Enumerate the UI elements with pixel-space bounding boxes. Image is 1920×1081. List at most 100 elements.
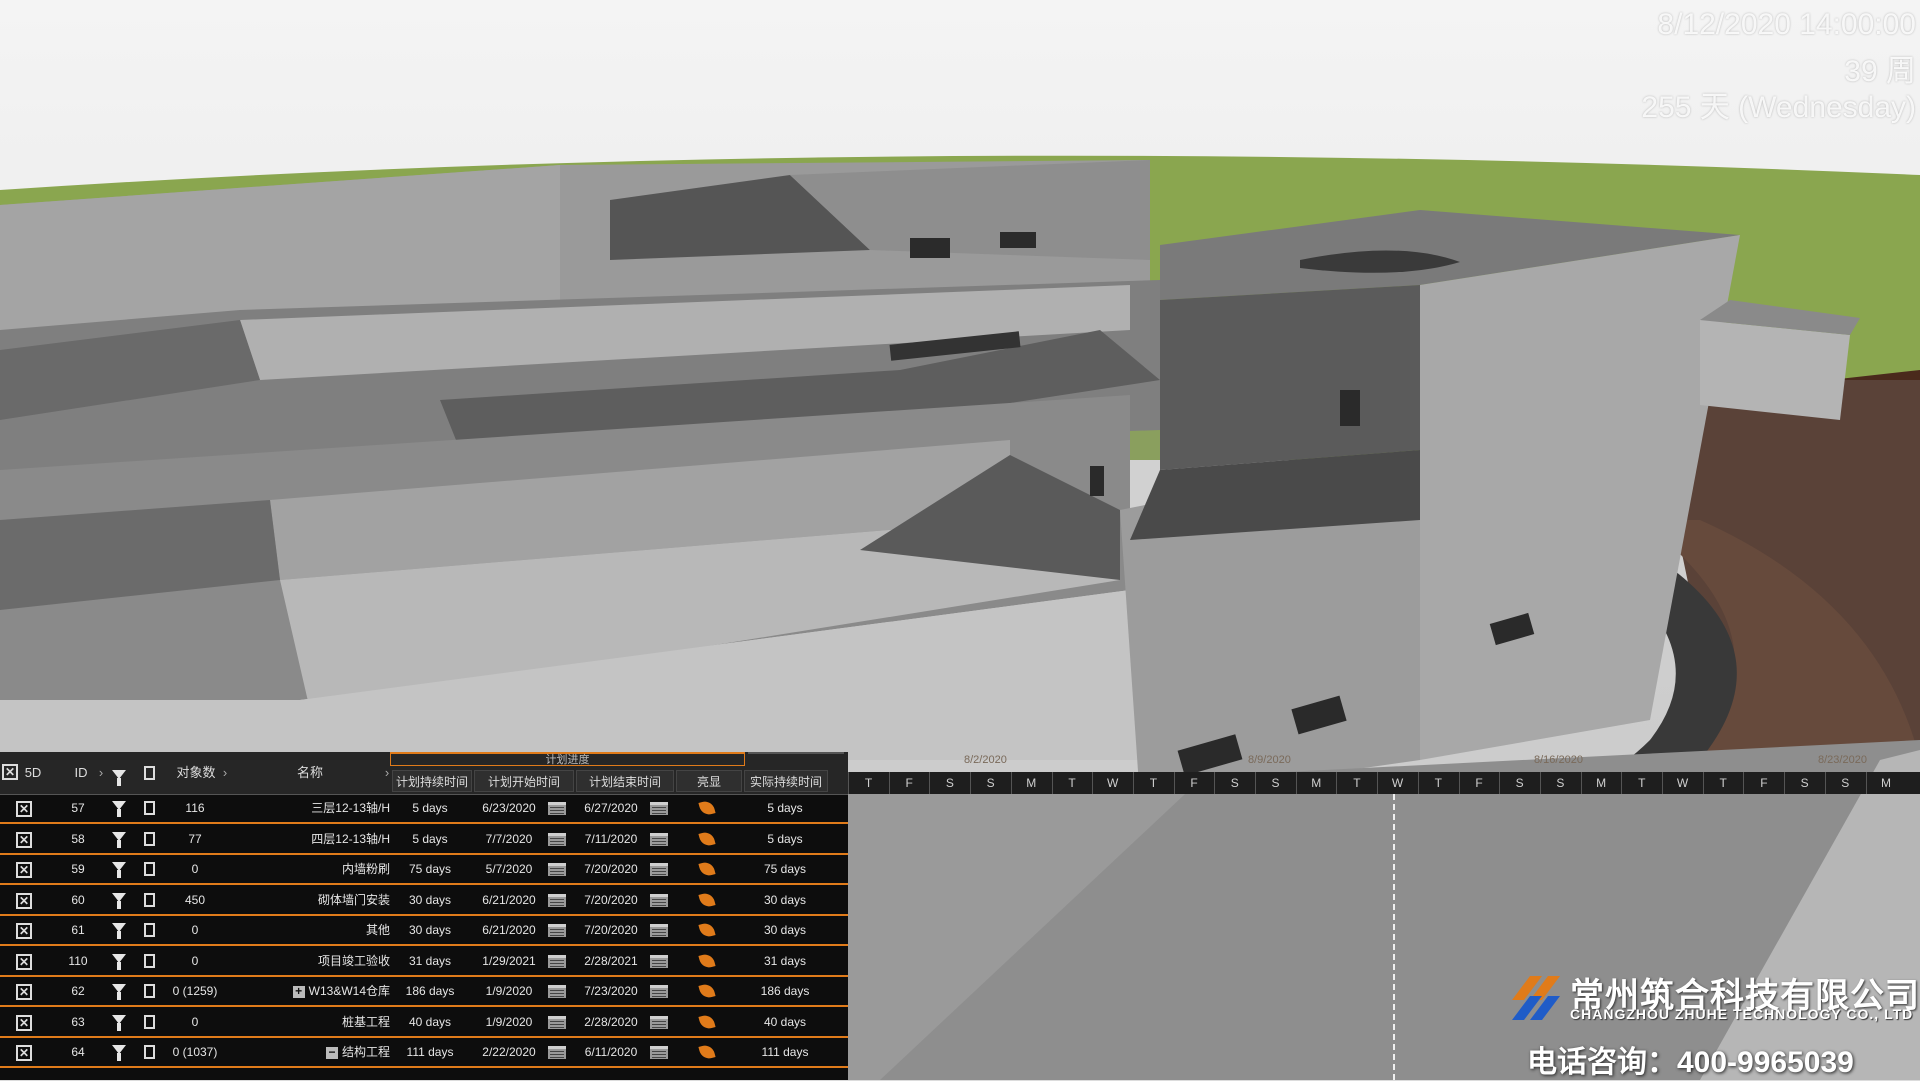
row-checkbox[interactable]: ✕ [16,1014,32,1031]
col-object-count[interactable]: 对象数 [172,762,220,784]
row-filter-icon[interactable] [112,953,126,970]
col-name[interactable]: 名称 [290,762,330,784]
row-plan-duration[interactable]: 40 days [392,1008,468,1036]
calendar-icon[interactable] [650,893,668,907]
calendar-icon[interactable] [650,954,668,968]
row-filter-icon[interactable] [112,831,126,848]
row-plan-start[interactable]: 1/9/2020 [474,1008,544,1036]
row-attach-icon[interactable] [144,831,155,846]
table-row[interactable]: ✕ 58 77 四层12-13轴/H 5 days 7/7/2020 7/11/2020 5 … [0,825,848,855]
row-actual-duration[interactable]: 30 days [744,886,826,914]
row-actual-duration[interactable]: 30 days [744,916,826,944]
calendar-icon[interactable] [548,1046,566,1059]
row-actual-duration[interactable]: 40 days [744,1008,826,1036]
calendar-icon[interactable] [548,832,566,846]
calendar-icon[interactable] [548,863,566,876]
calendar-icon[interactable] [650,802,668,815]
row-checkbox[interactable]: ✕ [16,953,32,970]
highlight-brush-icon[interactable] [698,890,716,909]
row-plan-duration[interactable]: 31 days [392,947,468,975]
col-id[interactable]: ID [68,762,94,784]
row-plan-end[interactable]: 2/28/2021 [576,947,646,975]
row-filter-icon[interactable] [112,1045,126,1061]
expand-icon[interactable]: + [292,985,305,998]
row-plan-duration[interactable]: 111 days [392,1038,468,1066]
highlight-brush-icon[interactable] [698,921,716,939]
row-filter-icon[interactable] [112,801,126,817]
row-plan-end[interactable]: 7/23/2020 [576,977,646,1005]
calendar-icon[interactable] [548,924,566,937]
col-plan-duration[interactable]: 计划持续时间 [392,770,472,792]
row-actual-duration[interactable]: 75 days [744,855,826,883]
row-plan-end[interactable]: 7/20/2020 [576,855,646,883]
table-row[interactable]: ✕ 62 0 (1259) + W13&W14仓库 186 days 1/9/2020 7/2… [0,977,848,1007]
row-filter-icon[interactable] [112,1014,126,1031]
highlight-brush-icon[interactable] [698,951,716,970]
col-highlight[interactable]: 亮显 [676,770,742,792]
row-plan-start[interactable]: 1/29/2021 [474,947,544,975]
row-plan-start[interactable]: 5/7/2020 [474,855,544,883]
row-plan-start[interactable]: 6/23/2020 [474,794,544,822]
row-checkbox[interactable]: ✕ [16,923,32,939]
calendar-icon[interactable] [650,985,668,998]
highlight-brush-icon[interactable] [698,860,716,878]
highlight-brush-icon[interactable] [698,799,716,817]
calendar-icon[interactable] [650,832,668,846]
row-attach-icon[interactable] [144,801,155,815]
row-filter-icon[interactable] [112,984,126,1000]
calendar-icon[interactable] [650,863,668,876]
row-filter-icon[interactable] [112,923,126,939]
highlight-brush-icon[interactable] [698,829,716,848]
row-actual-duration[interactable]: 31 days [744,947,826,975]
highlight-brush-icon[interactable] [698,982,716,1000]
collapse-icon[interactable]: − [325,1046,338,1059]
row-checkbox[interactable]: ✕ [16,831,32,848]
row-plan-start[interactable]: 1/9/2020 [474,977,544,1005]
row-filter-icon[interactable] [112,892,126,909]
row-plan-end[interactable]: 7/20/2020 [576,916,646,944]
row-plan-start[interactable]: 6/21/2020 [474,916,544,944]
close-panel-icon[interactable]: ✕ [2,764,18,780]
col-actual-duration[interactable]: 实际持续时间 [744,770,828,792]
row-checkbox[interactable]: ✕ [16,1045,32,1061]
row-actual-duration[interactable]: 111 days [744,1038,826,1066]
row-plan-end[interactable]: 6/11/2020 [576,1038,646,1066]
row-plan-end[interactable]: 2/28/2020 [576,1008,646,1036]
highlight-brush-icon[interactable] [698,1043,716,1061]
calendar-icon[interactable] [548,802,566,815]
row-attach-icon[interactable] [144,984,155,998]
row-attach-icon[interactable] [144,892,155,907]
col-count-chevron-icon[interactable]: › [220,762,230,784]
row-attach-icon[interactable] [144,953,155,968]
row-plan-duration[interactable]: 186 days [392,977,468,1005]
table-row[interactable]: ✕ 57 116 三层12-13轴/H 5 days 6/23/2020 6/27/2020… [0,794,848,824]
col-plan-end[interactable]: 计划结束时间 [576,770,674,792]
row-plan-end[interactable]: 6/27/2020 [576,794,646,822]
calendar-icon[interactable] [650,1015,668,1029]
row-plan-duration[interactable]: 30 days [392,916,468,944]
row-checkbox[interactable]: ✕ [16,984,32,1000]
row-plan-start[interactable]: 7/7/2020 [474,825,544,853]
row-attach-icon[interactable] [144,923,155,937]
highlight-brush-icon[interactable] [698,1012,716,1031]
row-actual-duration[interactable]: 5 days [744,794,826,822]
calendar-icon[interactable] [548,985,566,998]
table-row[interactable]: ✕ 63 0 桩基工程 40 days 1/9/2020 2/28/2020 40 days [0,1008,848,1038]
row-plan-end[interactable]: 7/11/2020 [576,825,646,853]
row-checkbox[interactable]: ✕ [16,892,32,909]
col-plan-start[interactable]: 计划开始时间 [474,770,574,792]
table-row[interactable]: ✕ 60 450 砌体墙门安装 30 days 6/21/2020 7/20/2020 30 … [0,886,848,916]
row-plan-duration[interactable]: 75 days [392,855,468,883]
row-plan-duration[interactable]: 5 days [392,825,468,853]
row-attach-icon[interactable] [144,1014,155,1029]
calendar-icon[interactable] [548,1015,566,1029]
table-row[interactable]: ✕ 110 0 项目竣工验收 31 days 1/29/2021 2/28/2021 31 d… [0,947,848,977]
calendar-icon[interactable] [650,1046,668,1059]
row-plan-start[interactable]: 6/21/2020 [474,886,544,914]
calendar-icon[interactable] [548,893,566,907]
table-row[interactable]: ✕ 64 0 (1037) − 结构工程 111 days 2/22/2020 6/11/20… [0,1038,848,1068]
row-attach-icon[interactable] [144,1045,155,1059]
row-checkbox[interactable]: ✕ [16,862,32,878]
attach-column-icon[interactable] [144,766,155,780]
calendar-icon[interactable] [548,954,566,968]
